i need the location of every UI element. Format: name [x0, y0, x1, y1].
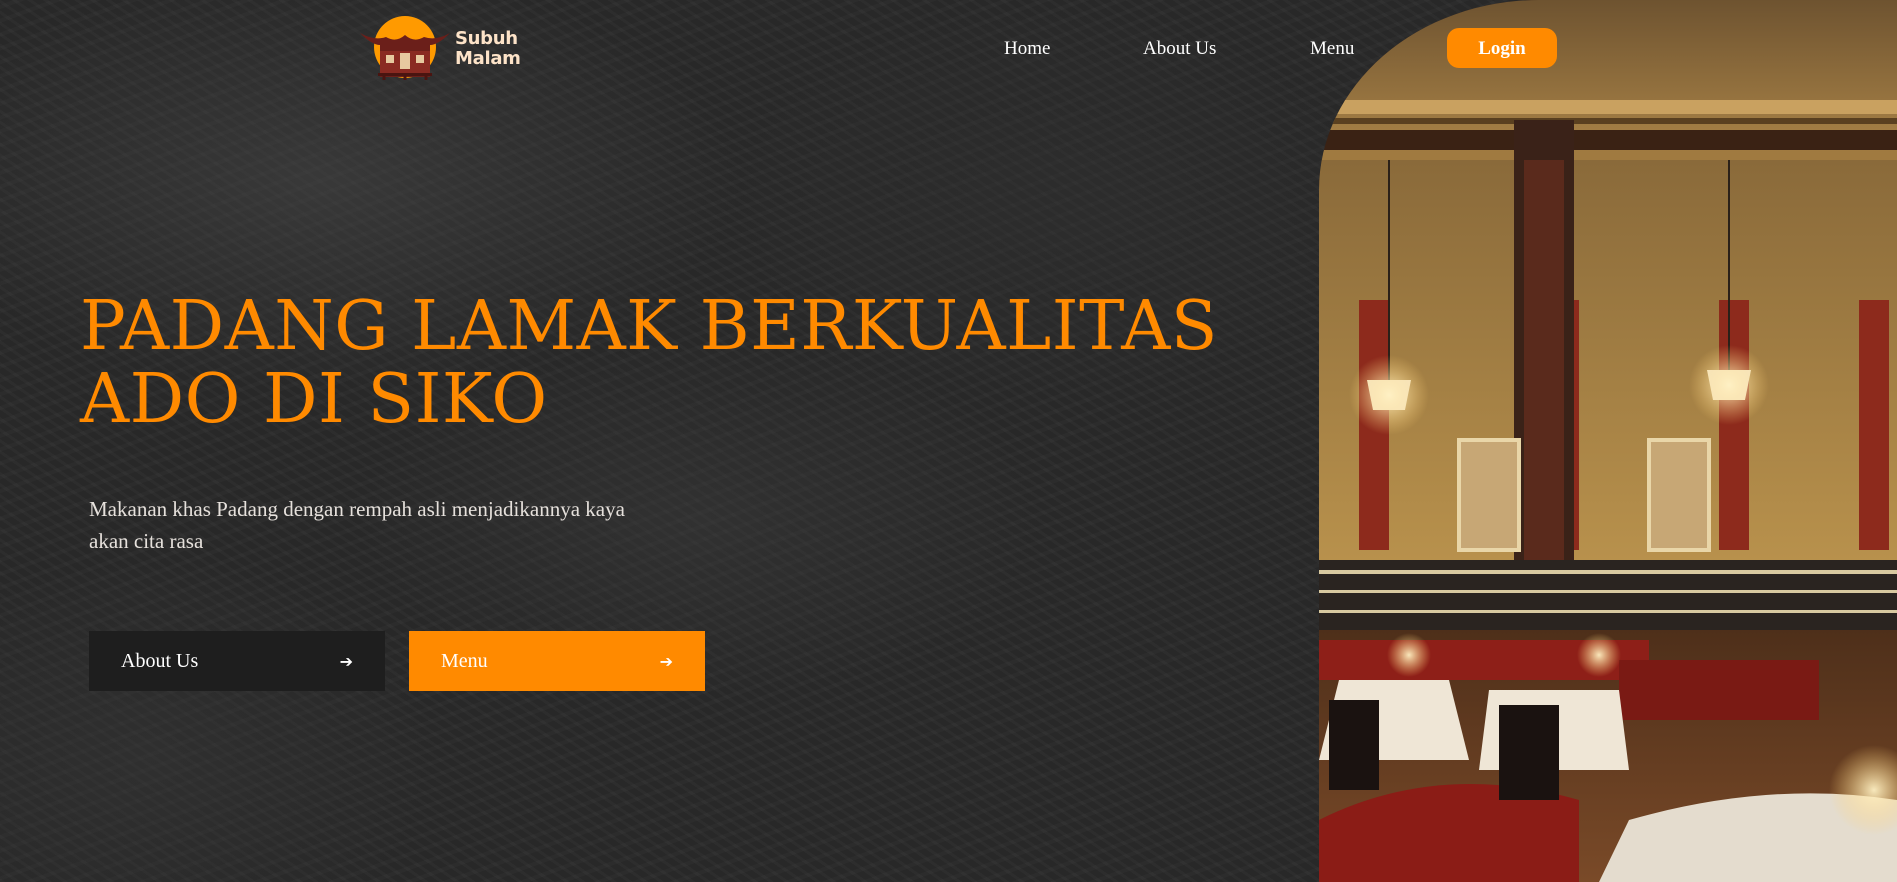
about-us-button-label: About Us [121, 649, 199, 672]
brand-name-line2: Malam [455, 48, 521, 69]
brand-name: Subuh Malam [455, 29, 521, 69]
arrow-right-icon: ➔ [659, 651, 673, 671]
brand-name-line1: Subuh [455, 28, 518, 49]
hero-title: PADANG LAMAK BERKUALITAS ADO DI SIKO [80, 290, 1230, 436]
brand-logo[interactable]: Subuh Malam [358, 15, 523, 80]
hero-title-line1: PADANG LAMAK BERKUALITAS [80, 287, 1218, 366]
restaurant-interior-image [1319, 0, 1897, 882]
hero-title-line2: ADO DI SIKO [80, 360, 548, 439]
menu-button-label: Menu [441, 649, 488, 672]
arrow-right-icon: ➔ [339, 651, 353, 671]
about-us-button[interactable]: About Us ➔ [89, 631, 385, 691]
nav-link-home[interactable]: Home [1004, 37, 1050, 61]
login-button[interactable]: Login [1447, 28, 1557, 68]
hero-subtitle: Makanan khas Padang dengan rempah asli m… [89, 497, 625, 553]
menu-button[interactable]: Menu ➔ [409, 631, 705, 691]
nav-link-about-us[interactable]: About Us [1143, 37, 1216, 61]
rumah-gadang-sun-icon [360, 16, 450, 80]
landing-page: Subuh Malam Home About Us Menu [0, 0, 1897, 882]
